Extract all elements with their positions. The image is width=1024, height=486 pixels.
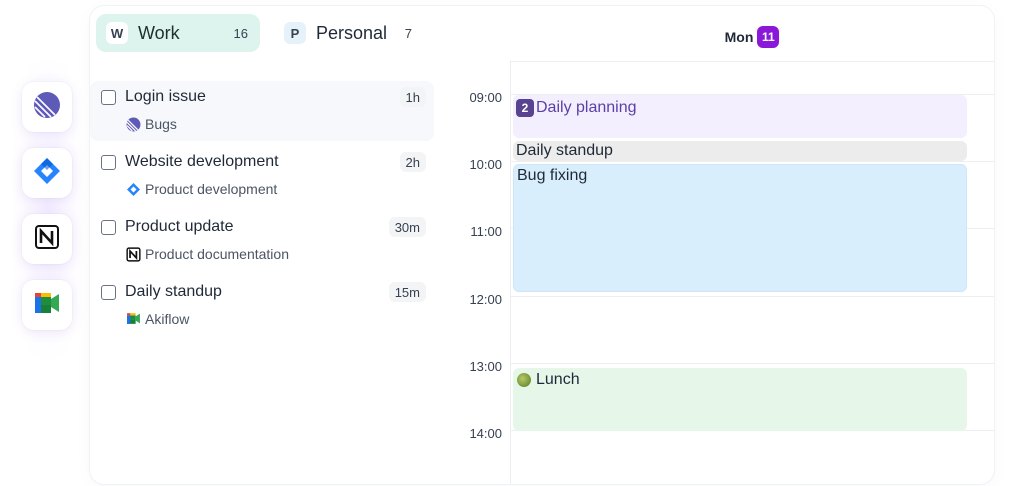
task-title: Login issue <box>125 88 206 105</box>
calendar-time-divider <box>510 61 511 484</box>
task-title: Product update <box>125 218 234 235</box>
tab-letter: P <box>284 22 306 44</box>
calendar-header-divider <box>510 61 994 62</box>
tab-personal[interactable]: P Personal 7 <box>274 14 424 52</box>
event-title: Bug fixing <box>517 167 588 184</box>
task-source: Product development <box>126 181 277 197</box>
tab-count: 16 <box>233 25 248 41</box>
notion-app-button[interactable] <box>22 214 72 264</box>
notion-icon <box>34 224 60 255</box>
task-calendar-card: W Work 16 P Personal 7 Login issue 1h Bu… <box>90 6 994 484</box>
task-source-label: Akiflow <box>145 311 190 327</box>
hour-label: 12:00 <box>469 292 502 307</box>
event-badge: 2 <box>516 99 534 117</box>
tab-label: Personal <box>316 22 388 43</box>
jira-icon <box>32 156 62 191</box>
task-duration: 2h <box>399 152 426 172</box>
task-duration: 15m <box>388 282 426 302</box>
task-source-label: Bugs <box>145 116 177 132</box>
task-source: Product documentation <box>126 246 289 262</box>
tab-work[interactable]: W Work 16 <box>96 14 260 52</box>
day-header[interactable]: Mon 11 <box>510 26 994 48</box>
task-item[interactable]: Daily standup 15m Akiflow <box>90 276 434 336</box>
task-checkbox[interactable] <box>101 90 116 105</box>
task-checkbox[interactable] <box>101 285 116 300</box>
task-source: Bugs <box>126 116 177 132</box>
jira-app-button[interactable] <box>22 148 72 198</box>
event-lunch[interactable]: Lunch <box>513 368 967 431</box>
task-checkbox[interactable] <box>101 220 116 235</box>
task-source-label: Product documentation <box>145 246 289 262</box>
linear-icon <box>33 91 61 124</box>
hour-line <box>510 296 994 297</box>
google-meet-icon <box>126 312 141 327</box>
task-item[interactable]: Product update 30m Product documentation <box>90 211 434 271</box>
hour-label: 10:00 <box>469 157 502 172</box>
event-title: Daily standup <box>516 142 613 159</box>
hour-label: 13:00 <box>469 359 502 374</box>
task-source-label: Product development <box>145 181 278 197</box>
google-meet-icon <box>33 291 61 320</box>
day-number-badge: 11 <box>757 26 780 48</box>
linear-app-button[interactable] <box>22 82 72 132</box>
hour-label: 11:00 <box>470 224 502 239</box>
task-checkbox[interactable] <box>101 155 116 170</box>
tab-label: Work <box>138 22 180 43</box>
task-title: Website development <box>125 153 279 170</box>
tab-count: 7 <box>404 25 412 41</box>
hour-label: 09:00 <box>469 90 502 105</box>
jira-icon <box>126 182 141 197</box>
event-daily-planning[interactable]: 2 Daily planning <box>513 95 967 138</box>
tab-letter: W <box>106 22 128 44</box>
notion-icon <box>126 246 141 262</box>
task-item[interactable]: Website development 2h Product developme… <box>90 146 434 206</box>
task-duration: 30m <box>388 217 426 237</box>
google-meet-app-button[interactable] <box>22 280 72 330</box>
task-title: Daily standup <box>125 283 222 300</box>
task-source: Akiflow <box>126 311 189 327</box>
event-title: Daily planning <box>536 99 637 116</box>
hour-line <box>510 161 994 162</box>
task-duration: 1h <box>399 87 426 107</box>
event-daily-standup[interactable]: Daily standup <box>513 141 967 161</box>
event-bug-fixing[interactable]: Bug fixing <box>513 164 967 292</box>
linear-icon <box>126 117 141 132</box>
hour-line <box>510 363 994 364</box>
event-title: Lunch <box>536 371 580 388</box>
task-item[interactable]: Login issue 1h Bugs <box>90 81 434 141</box>
hour-label: 14:00 <box>469 426 502 441</box>
day-name: Mon <box>724 29 754 45</box>
salad-icon <box>517 373 531 387</box>
